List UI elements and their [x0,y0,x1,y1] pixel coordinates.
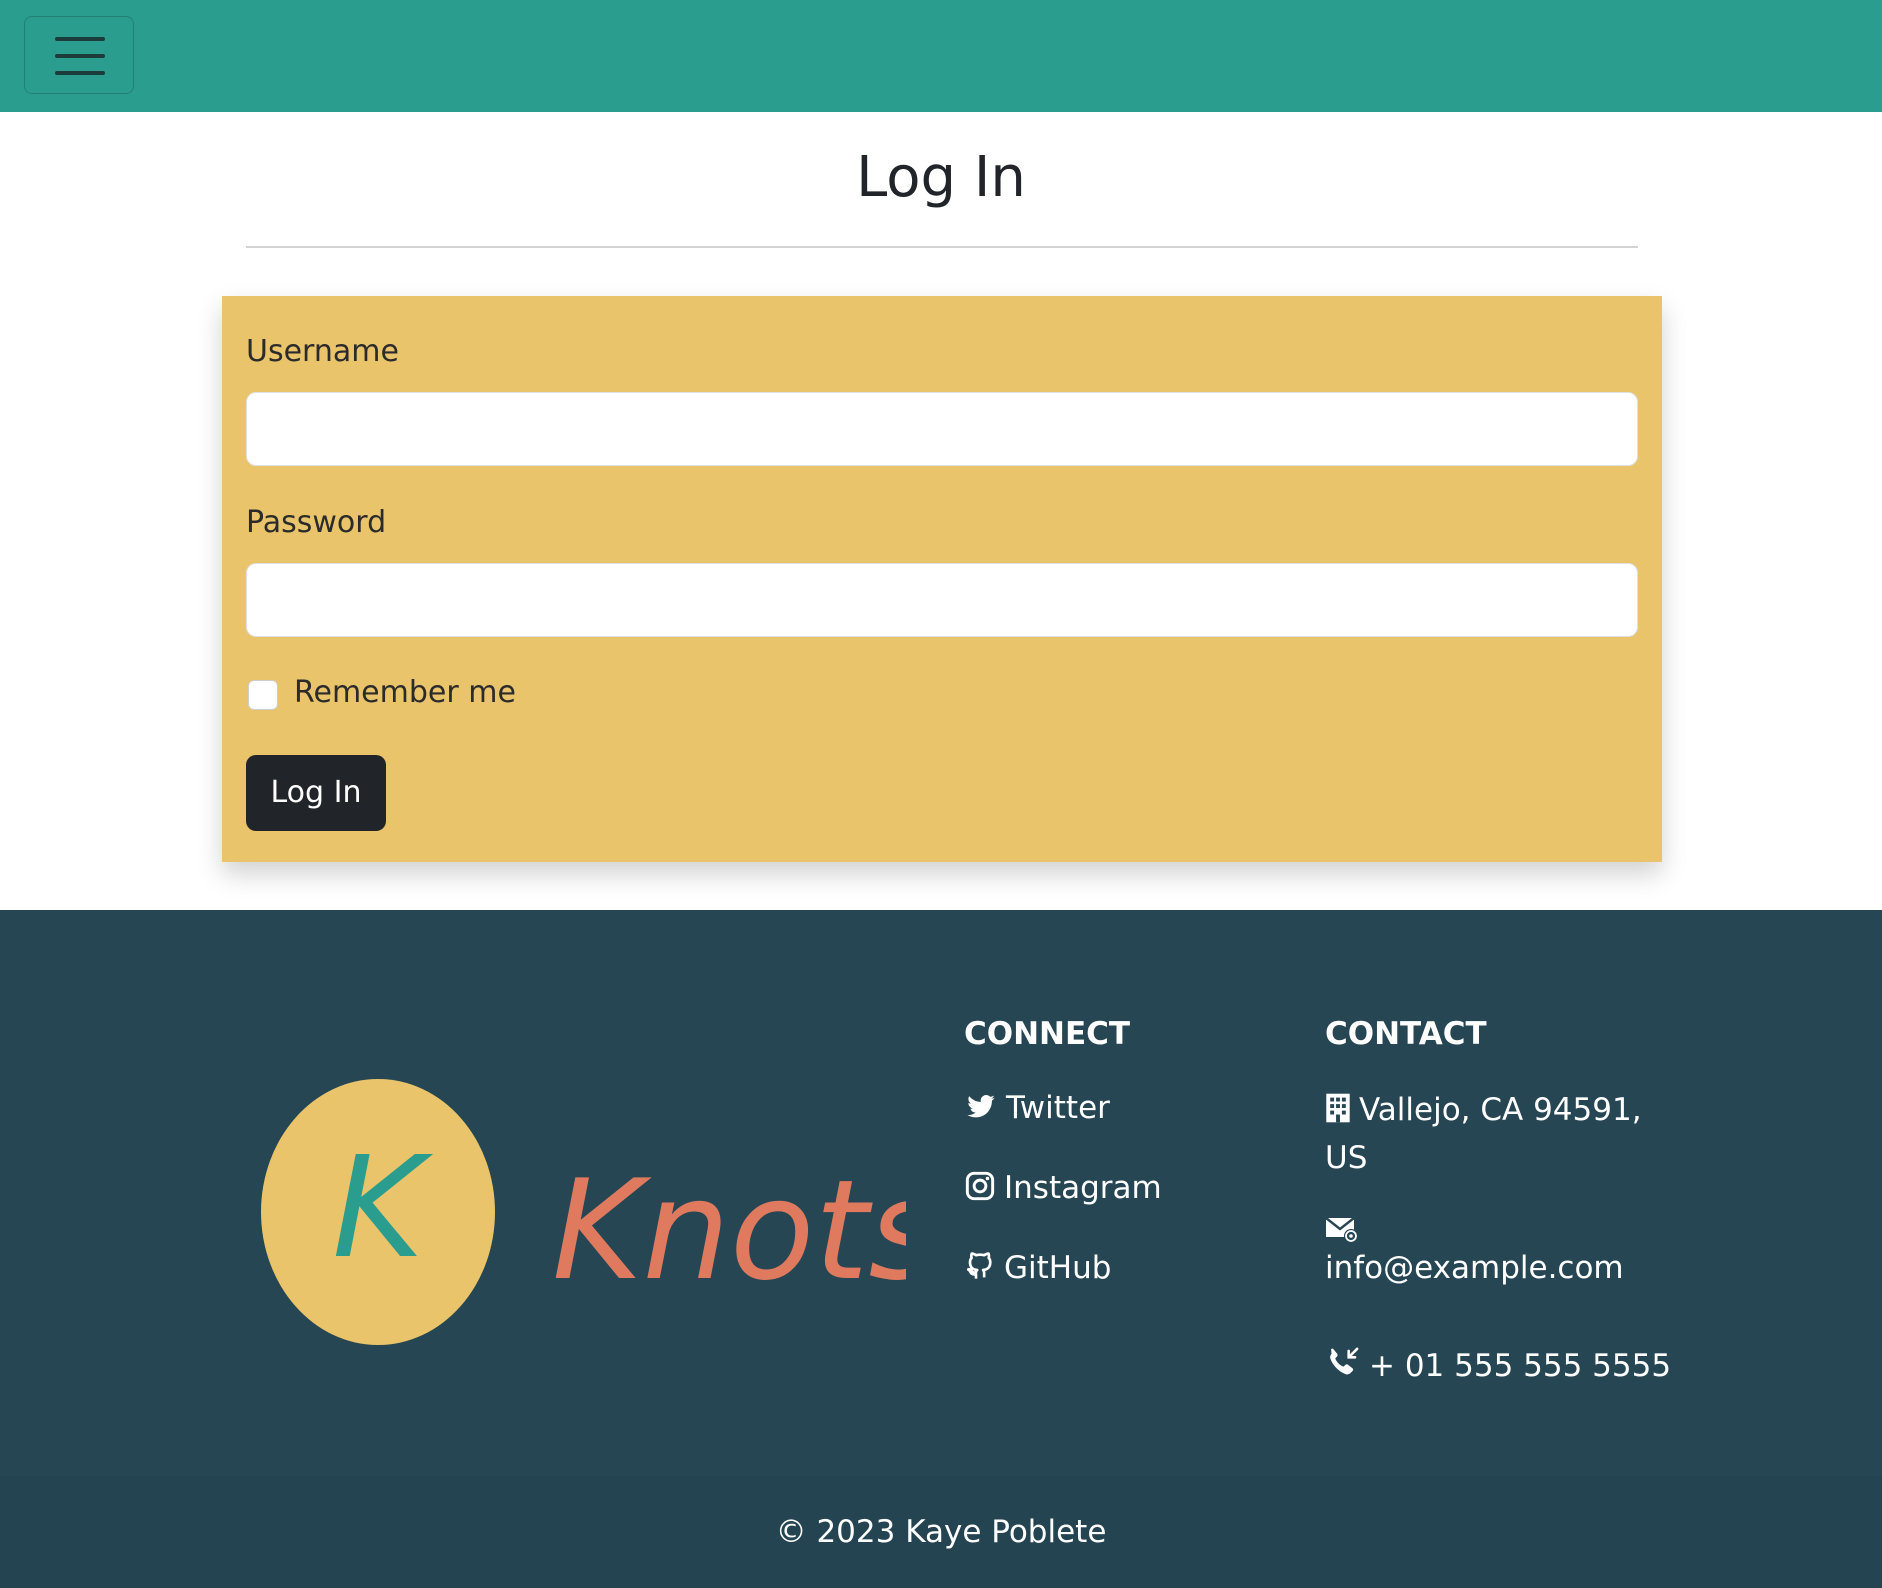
email-address[interactable]: info@example.com [1325,1250,1624,1286]
logo-letter: K [332,1127,434,1290]
phone-number[interactable]: + 01 555 555 5555 [1369,1348,1671,1384]
knots-logo: K Knots [256,1078,906,1368]
connect-heading: CONNECT [964,1016,1131,1052]
username-input[interactable] [246,392,1638,466]
github-link-label[interactable]: GitHub [1004,1250,1111,1286]
twitter-link-label[interactable]: Twitter [1006,1090,1110,1126]
page-title: Log In [856,145,1026,210]
navbar-toggle-button[interactable] [24,16,134,94]
envelope-at-icon [1325,1217,1358,1243]
address-line1: Vallejo, CA 94591, [1359,1092,1642,1128]
copyright-text: © 2023 Kaye Poblete [775,1514,1107,1550]
remember-me-checkbox[interactable] [248,680,278,710]
instagram-link-label[interactable]: Instagram [1004,1170,1162,1206]
github-icon [966,1252,992,1279]
remember-me-label[interactable]: Remember me [294,675,516,710]
building-icon [1326,1093,1350,1123]
telephone-inbound-icon [1330,1347,1359,1375]
password-input[interactable] [246,563,1638,637]
instagram-link[interactable]: Instagram [964,1170,1162,1206]
login-form-card: Username Password Remember me Log In [222,296,1662,862]
instagram-icon [965,1171,995,1201]
navbar [0,0,1882,112]
contact-heading: CONTACT [1325,1016,1487,1052]
twitter-icon [967,1095,995,1118]
login-submit-button[interactable]: Log In [246,755,386,831]
github-link[interactable]: GitHub [964,1250,1111,1286]
contact-address: Vallejo, CA 94591, US [1325,1086,1642,1182]
password-label: Password [246,505,387,540]
username-label: Username [246,334,399,369]
logo-wordmark: Knots [552,1150,906,1311]
twitter-link[interactable]: Twitter [964,1090,1110,1126]
title-divider [246,246,1638,248]
address-line2: US [1325,1140,1368,1176]
contact-phone-row: + 01 555 555 5555 [1325,1342,1671,1390]
footer: K Knots CONNECT Twitter Instagram GitHub… [0,910,1882,1588]
contact-email: info@example.com [1325,1214,1624,1292]
